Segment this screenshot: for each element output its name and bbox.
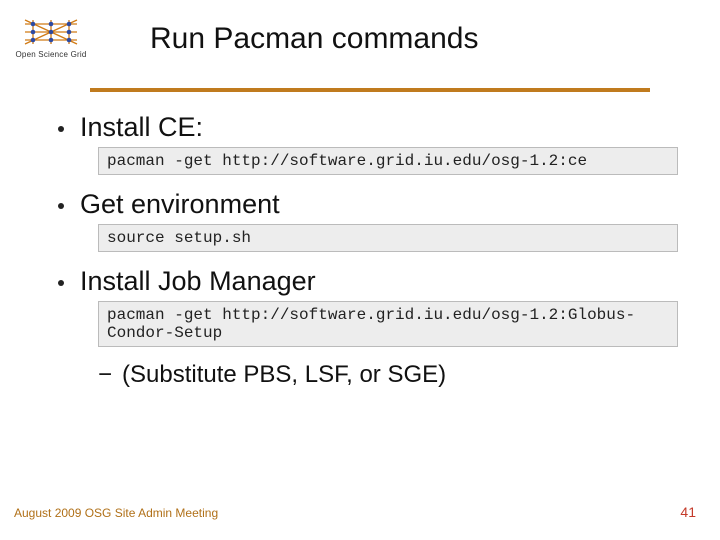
sub-bullet-item: − (Substitute PBS, LSF, or SGE) bbox=[98, 361, 680, 389]
osg-logo-icon bbox=[23, 18, 79, 48]
content-area: Install CE: pacman -get http://software.… bbox=[58, 112, 680, 389]
footer-text: August 2009 OSG Site Admin Meeting bbox=[14, 506, 218, 520]
code-block: pacman -get http://software.grid.iu.edu/… bbox=[98, 147, 678, 175]
bullet-item: Install Job Manager bbox=[58, 266, 680, 297]
header: Open Science Grid Run Pacman commands bbox=[0, 0, 720, 59]
title-divider bbox=[90, 88, 650, 92]
bullet-label: Get environment bbox=[80, 189, 280, 220]
bullet-item: Install CE: bbox=[58, 112, 680, 143]
bullet-dot-icon bbox=[58, 203, 64, 209]
bullet-label: Install Job Manager bbox=[80, 266, 316, 297]
slide-title: Run Pacman commands bbox=[150, 22, 478, 56]
sub-bullet-label: (Substitute PBS, LSF, or SGE) bbox=[122, 361, 446, 389]
bullet-item: Get environment bbox=[58, 189, 680, 220]
code-block: pacman -get http://software.grid.iu.edu/… bbox=[98, 301, 678, 347]
logo-label: Open Science Grid bbox=[12, 50, 90, 59]
bullet-dot-icon bbox=[58, 126, 64, 132]
bullet-label: Install CE: bbox=[80, 112, 203, 143]
logo-block: Open Science Grid bbox=[12, 18, 90, 59]
code-block: source setup.sh bbox=[98, 224, 678, 252]
page-number: 41 bbox=[680, 504, 696, 520]
bullet-dot-icon bbox=[58, 280, 64, 286]
dash-icon: − bbox=[98, 361, 112, 389]
